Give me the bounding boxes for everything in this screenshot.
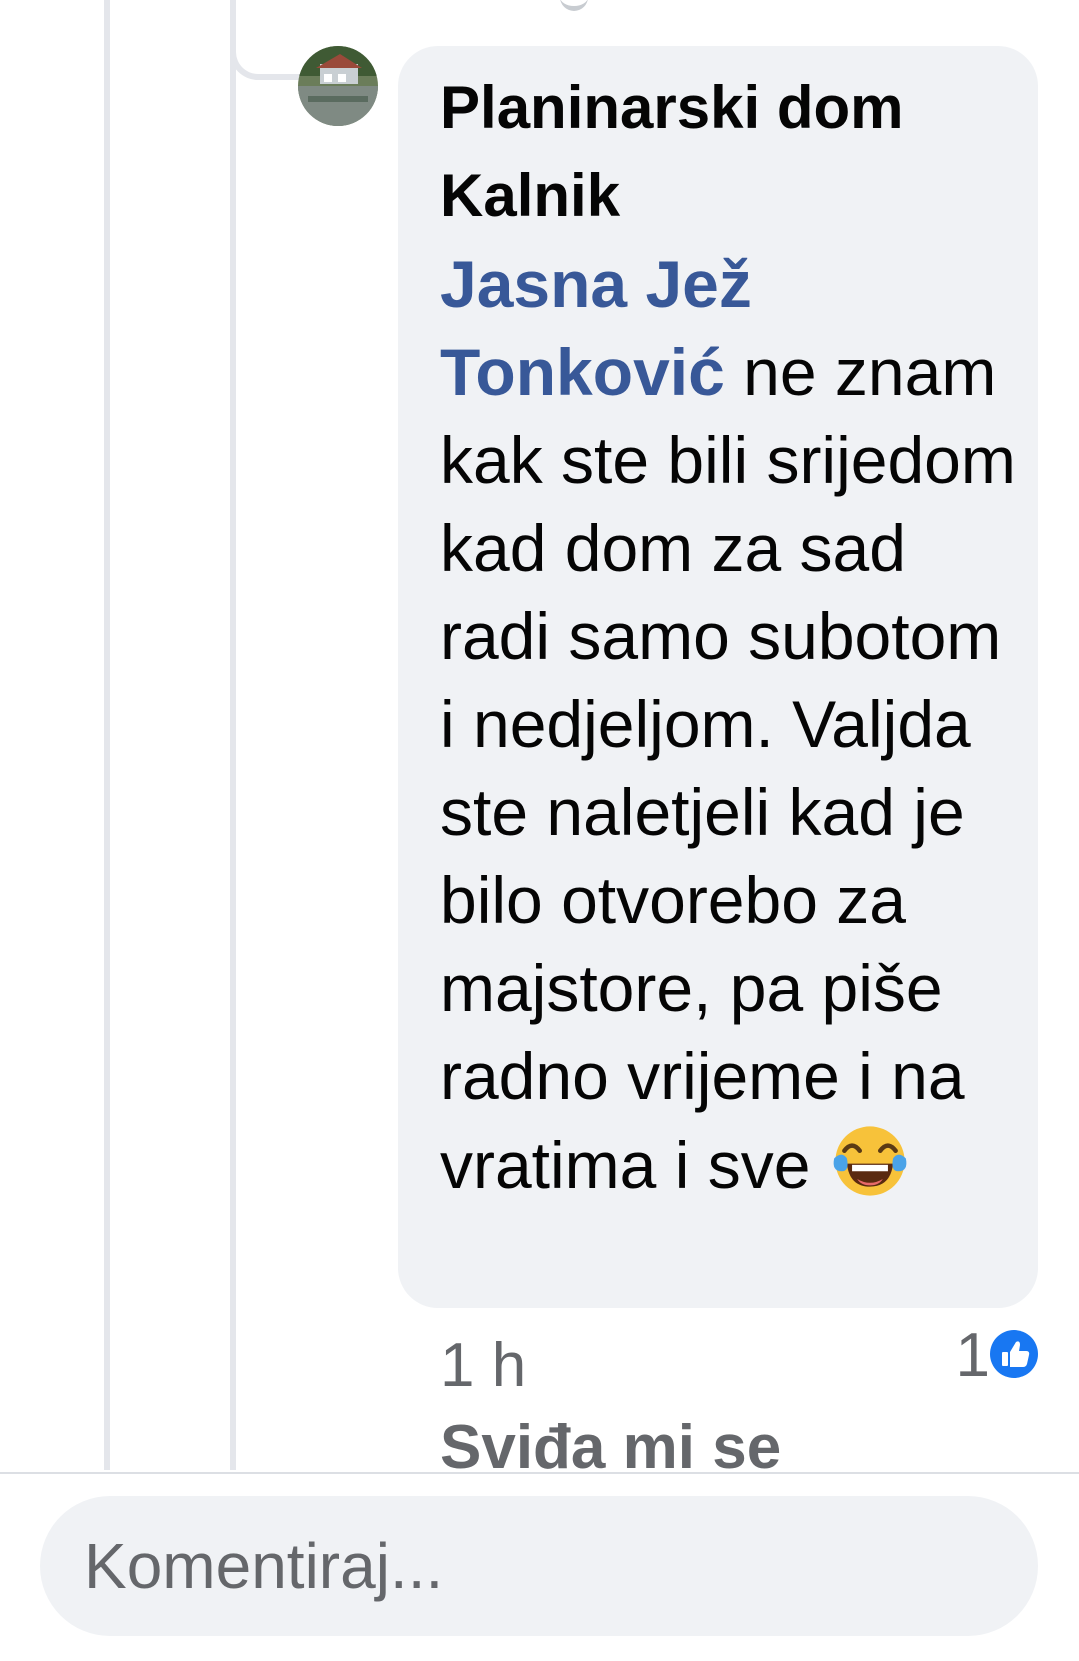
mention-link[interactable]: Jasna Jež Tonković [440,247,752,409]
like-button[interactable]: Sviđa mi se [440,1408,781,1476]
comment-author[interactable]: Planinarski dom Kalnik [440,64,1016,240]
comment-bubble: Planinarski dom Kalnik Jasna Jež Tonkovi… [398,46,1038,1308]
avatar[interactable] [298,46,378,126]
comment-body: Jasna Jež Tonković ne znam kak ste bili … [440,240,1016,1209]
comment-meta: 1 h 1 [440,1320,1042,1420]
avatar-photo-icon [298,46,378,126]
comment-text: ne znam kak ste bili srijedom kad dom za… [440,335,1016,1202]
comment-input[interactable] [40,1496,1038,1636]
thread-line-outer [104,0,110,1470]
laughing-tears-emoji-icon [833,1126,907,1196]
thread-line-inner [230,0,236,1470]
reaction-count[interactable]: 1 [956,1320,990,1391]
like-reaction-icon[interactable] [986,1326,1042,1382]
comment-composer-bar [0,1472,1079,1661]
thread-connector [230,0,300,80]
previous-comment-fragment [560,0,588,11]
comment-timestamp[interactable]: 1 h [440,1330,526,1401]
